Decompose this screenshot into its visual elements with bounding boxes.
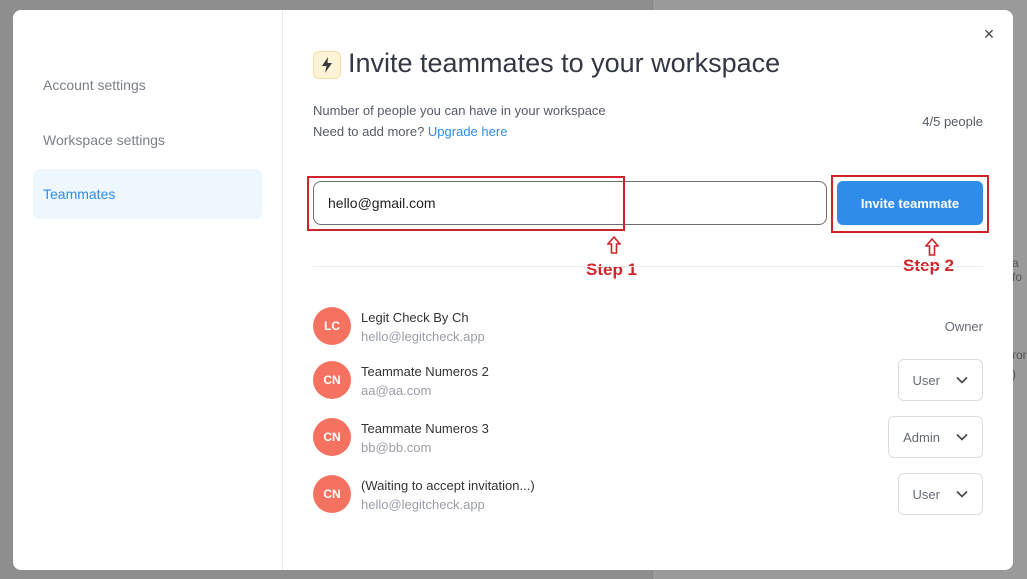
sidebar-item-workspace-settings[interactable]: Workspace settings xyxy=(33,115,262,165)
background-text: ron xyxy=(1012,348,1027,362)
step2-arrow-icon xyxy=(925,238,939,256)
people-count: 4/5 people xyxy=(922,114,983,129)
step1-arrow-icon xyxy=(607,236,621,254)
member-email: bb@bb.com xyxy=(361,440,432,455)
avatar: LC xyxy=(313,307,351,345)
invite-modal: Account settings Workspace settings Team… xyxy=(13,10,1013,570)
need-more-label: Need to add more? xyxy=(313,124,425,139)
close-icon[interactable]: × xyxy=(979,24,999,44)
settings-sidebar: Account settings Workspace settings Team… xyxy=(13,10,283,570)
avatar: CN xyxy=(313,418,351,456)
member-name: Legit Check By Ch xyxy=(361,310,469,325)
upgrade-link[interactable]: Upgrade here xyxy=(428,124,508,139)
step1-label: Step 1 xyxy=(586,260,638,279)
sidebar-item-account-settings[interactable]: Account settings xyxy=(33,60,262,110)
page-title: Invite teammates to your workspace xyxy=(348,48,781,78)
avatar: CN xyxy=(313,475,351,513)
role-select[interactable]: User xyxy=(897,473,983,515)
sidebar-item-teammates[interactable]: Teammates xyxy=(33,169,262,219)
need-more-text: Need to add more? Upgrade here xyxy=(313,124,507,139)
step2-highlight-box xyxy=(831,175,989,233)
chevron-down-icon xyxy=(956,376,968,384)
member-role: Owner xyxy=(944,319,983,334)
member-name: Teammate Numeros 3 xyxy=(361,421,489,436)
member-row: CN Teammate Numeros 3 bb@bb.com Admin xyxy=(313,416,983,458)
member-row: LC Legit Check By Ch hello@legitcheck.ap… xyxy=(313,307,983,347)
role-select-value: User xyxy=(912,486,940,502)
member-row: CN Teammate Numeros 2 aa@aa.com User xyxy=(313,359,983,401)
background-text: a fo xyxy=(1012,256,1023,284)
avatar: CN xyxy=(313,361,351,399)
lightning-icon xyxy=(313,51,341,79)
divider xyxy=(313,266,983,267)
chevron-down-icon xyxy=(956,490,968,498)
role-select-value: User xyxy=(912,372,940,388)
chevron-down-icon xyxy=(956,433,968,441)
member-email: aa@aa.com xyxy=(361,383,432,398)
member-email: hello@legitcheck.app xyxy=(361,329,485,344)
member-name: Teammate Numeros 2 xyxy=(361,364,489,379)
role-select[interactable]: User xyxy=(897,359,983,401)
workspace-limit-text: Number of people you can have in your wo… xyxy=(313,103,606,118)
role-select[interactable]: Admin xyxy=(888,416,983,458)
role-select-value: Admin xyxy=(903,429,940,445)
member-name: (Waiting to accept invitation...) xyxy=(361,478,535,493)
member-row: CN (Waiting to accept invitation...) hel… xyxy=(313,473,983,515)
teammates-panel: × Invite teammates to your workspace Num… xyxy=(307,10,1013,570)
step1-highlight-box xyxy=(307,176,625,231)
member-email: hello@legitcheck.app xyxy=(361,497,485,512)
